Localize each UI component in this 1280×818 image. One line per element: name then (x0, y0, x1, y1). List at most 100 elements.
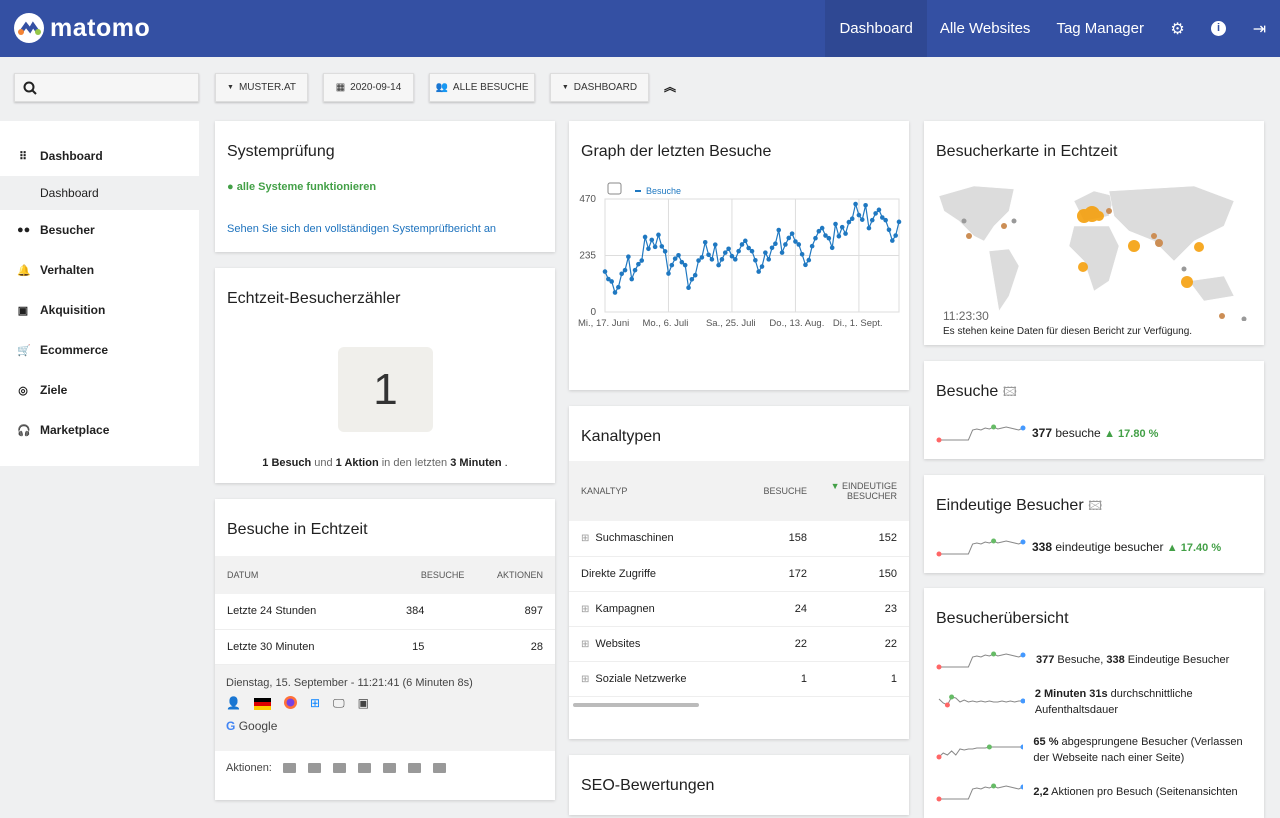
sidebar-item-besucher[interactable]: ●● Besucher (0, 210, 199, 250)
sparkline[interactable] (936, 692, 1025, 712)
overview-item: 65 % abgesprungene Besucher (Verlassen d… (936, 734, 1252, 766)
sparkline-point (1020, 425, 1026, 431)
table-row[interactable]: ⊞ Websites 22 22 (569, 626, 909, 662)
chart-icon[interactable]: 🖾 (1003, 384, 1017, 399)
folder-icon[interactable] (407, 762, 421, 773)
t: Eindeutige Besucher (936, 497, 1084, 514)
data-point (602, 269, 608, 274)
horizontal-scrollbar[interactable] (573, 702, 699, 707)
dashboard-selector[interactable]: ▼ DASHBOARD (550, 73, 649, 102)
sidebar-item-ecommerce[interactable]: 🛒 Ecommerce (0, 330, 199, 370)
v: 377 (1036, 654, 1055, 666)
gear-icon[interactable]: ⚙ (1157, 0, 1198, 57)
t: in den letzten (378, 457, 451, 469)
folder-icon[interactable] (382, 762, 396, 773)
channels-table: KANALTYP BESUCHE ▼ EINDEUTIGE BESUCHER ⊞ Su… (569, 461, 909, 697)
realtime-map-widget: Besucherkarte in Echtzeit 11:23:30 Es st… (924, 121, 1264, 345)
col-header[interactable]: KANALTYP (569, 461, 739, 521)
expand-icon[interactable]: ⊞ (581, 533, 589, 544)
sidebar-item-akquisition[interactable]: ▣ Akquisition (0, 290, 199, 330)
folder-icon[interactable] (432, 762, 446, 773)
data-point (639, 258, 645, 263)
expand-icon[interactable]: ⊞ (581, 674, 589, 685)
col-header: DATUM (215, 556, 374, 594)
firefox-icon (283, 695, 297, 709)
label: Besucher (40, 223, 95, 237)
date-selector[interactable]: ▦ 2020-09-14 (323, 73, 414, 102)
sidebar-item-ziele[interactable]: ◎ Ziele (0, 370, 199, 410)
visit-details[interactable]: Dienstag, 15. September - 11:21:41 (6 Mi… (215, 664, 555, 751)
nav-dashboard[interactable]: Dashboard (825, 0, 927, 57)
label: Verhalten (40, 263, 95, 277)
data-point (652, 244, 658, 250)
folder-icon[interactable] (282, 762, 296, 773)
sparkline-point (991, 651, 997, 657)
channel-name: ⊞ Kampagnen (569, 591, 739, 627)
cart-icon: 🛒 (17, 344, 31, 357)
system-report-link[interactable]: Sehen Sie sich den vollständigen Systemp… (215, 193, 555, 235)
caret-icon: ▼ (227, 84, 234, 91)
sidebar-item-verhalten[interactable]: 🔔 Verhalten (0, 250, 199, 290)
logo-text: matomo (50, 13, 151, 42)
widget-title: Systemprüfung (227, 143, 335, 160)
data-point (669, 262, 675, 268)
data-point (676, 252, 681, 258)
table-row[interactable]: Letzte 24 Stunden 384 897 (215, 594, 555, 630)
t: Soziale Netzwerke (595, 672, 687, 685)
data-point (696, 258, 701, 263)
col-header-sorted[interactable]: ▼ EINDEUTIGE BESUCHER (819, 461, 909, 521)
data-point (709, 257, 715, 262)
data-point (743, 238, 748, 244)
table-row[interactable]: Letzte 30 Minuten 15 28 (215, 629, 555, 665)
no-data-message: Es stehen keine Daten für diesen Bericht… (943, 326, 1193, 337)
cell: 150 (819, 556, 909, 592)
sidebar-subitem-dashboard[interactable]: Dashboard (0, 176, 199, 210)
data-point (789, 231, 795, 236)
data-point (856, 212, 862, 218)
sidebar-item-dashboard[interactable]: ⠿ Dashboard (0, 136, 199, 176)
nav-tag-manager[interactable]: Tag Manager (1043, 0, 1157, 57)
logout-icon[interactable]: ⇥ (1239, 0, 1280, 57)
chart-icon[interactable]: 🖾 (1088, 498, 1102, 513)
sparkline[interactable] (936, 423, 1026, 443)
table-row[interactable]: ⊞ Kampagnen 24 23 (569, 591, 909, 627)
sparkline[interactable] (936, 650, 1026, 670)
search-input[interactable] (14, 73, 199, 102)
sidebar-item-marketplace[interactable]: 🎧 Marketplace (0, 410, 199, 450)
collapse-icon[interactable]: ︽ (664, 78, 676, 95)
world-map[interactable] (934, 181, 1254, 321)
visits-line-chart[interactable]: 0 235 470 Mi., 17. Juni Mo., 6. Juli Sa., 25.… (569, 161, 909, 391)
matomo-logo[interactable]: matomo (14, 13, 150, 43)
folder-icon[interactable] (332, 762, 346, 773)
c: 17.80 % (1118, 428, 1159, 440)
visitor-count: 1 (338, 347, 433, 432)
sparkline[interactable] (936, 782, 1024, 802)
date-label: 2020-09-14 (350, 82, 402, 93)
info-icon[interactable]: i (1198, 0, 1239, 57)
table-row[interactable]: ⊞ Soziale Netzwerke 1 1 (569, 661, 909, 697)
sparkline[interactable] (936, 740, 1024, 760)
expand-icon[interactable]: ⊞ (581, 639, 589, 650)
visit-actions: Aktionen: (215, 751, 555, 785)
table-row[interactable]: Direkte Zugriffe 172 150 (569, 556, 909, 592)
sparkline-point (944, 702, 950, 708)
data-point (846, 219, 852, 225)
data-point (682, 262, 688, 268)
segment-selector[interactable]: 👥 ALLE BESUCHE (429, 73, 535, 102)
sparkline[interactable] (936, 537, 1026, 557)
site-selector[interactable]: ▼ MUSTER.AT (215, 73, 308, 102)
data-point (843, 231, 848, 236)
data-point (719, 257, 725, 262)
folder-icon[interactable] (357, 762, 371, 773)
folder-icon[interactable] (307, 762, 321, 773)
sparkline-point (936, 664, 942, 670)
visitor-profile-icon[interactable]: 👤 (226, 696, 241, 711)
col-header[interactable]: BESUCHE (738, 461, 819, 521)
table-row[interactable]: ⊞ Suchmaschinen 158 152 (569, 521, 909, 557)
data-point (866, 225, 872, 231)
calendar-icon: ▦ (335, 82, 346, 93)
data-point (776, 227, 782, 233)
data-point (722, 250, 728, 255)
expand-icon[interactable]: ⊞ (581, 604, 589, 615)
nav-all-websites[interactable]: Alle Websites (927, 0, 1044, 57)
